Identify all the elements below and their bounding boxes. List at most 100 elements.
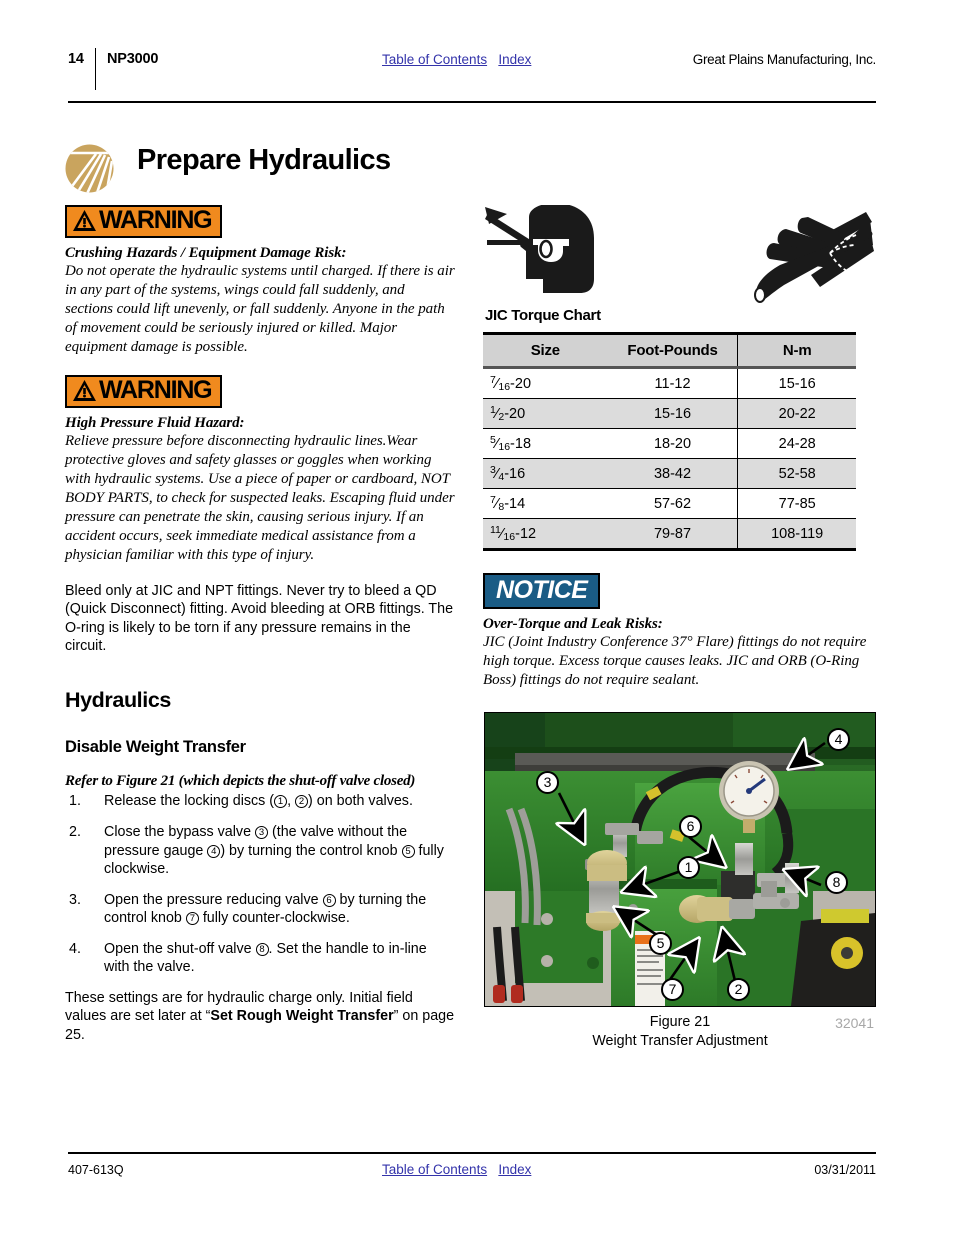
- notice-badge-label: NOTICE: [496, 576, 588, 604]
- notice-body: JIC (Joint Industry Conference 37° Flare…: [483, 634, 867, 688]
- cell-size: 7⁄8-14: [483, 488, 608, 519]
- callout-8: 8: [825, 871, 848, 894]
- safety-pictograms: [483, 205, 876, 305]
- footer-toc-link[interactable]: Table of Contents: [382, 1162, 487, 1177]
- table-row: 7⁄8-14 57-62 77-85: [483, 488, 856, 519]
- left-column: WARNING Crushing Hazards / Equipment Dam…: [65, 205, 455, 1044]
- header-index-link[interactable]: Index: [498, 52, 531, 67]
- figure-photo: 3 6 4 1 5 7 2 8: [484, 712, 876, 1007]
- table-row: 3⁄4-16 38-42 52-58: [483, 458, 856, 489]
- jic-torque-table: Size Foot-Pounds N-m 7⁄16-20 11-12 15-16 1⁄…: [483, 332, 856, 551]
- step-number: 4.: [69, 940, 81, 957]
- bleed-notes: Bleed only at JIC and NPT fittings. Neve…: [65, 582, 454, 654]
- notice-title: Over-Torque and Leak Risks:: [483, 616, 663, 632]
- cell-foot-pounds: 79-87: [607, 518, 739, 551]
- step-number: 3.: [69, 891, 81, 908]
- cell-nm: 108-119: [737, 518, 856, 551]
- cell-size: 1⁄2-20: [483, 398, 608, 429]
- procedure-step: 4. Open the shut-off valve 8. Set the han…: [65, 940, 455, 977]
- page-title: Prepare Hydraulics: [137, 144, 391, 176]
- cell-foot-pounds: 57-62: [607, 488, 739, 519]
- table-row: 7⁄16-20 11-12 15-16: [483, 367, 856, 399]
- figure-number: Figure 21: [649, 1014, 711, 1030]
- heading-hydraulics: Hydraulics: [65, 688, 171, 713]
- cell-size: 7⁄16-20: [483, 367, 608, 399]
- refer-to-figure-line: Refer to Figure 21 (which depicts the sh…: [65, 773, 416, 790]
- footer-index-link[interactable]: Index: [498, 1162, 531, 1177]
- hazard-body: Relieve pressure before disconnecting hy…: [65, 432, 455, 563]
- warning-block-fluid: WARNING High Pressure Fluid Hazard: Reli…: [65, 374, 455, 565]
- right-column: JIC Torque Chart Size Foot-Pounds N-m 7⁄…: [483, 205, 876, 690]
- callout-1: 1: [677, 856, 700, 879]
- callout-2: 2: [727, 978, 750, 1001]
- cell-size: 11⁄16-12: [483, 518, 608, 551]
- closing-note: These settings are for hydraulic charge …: [65, 990, 455, 1043]
- step-number: 2.: [69, 823, 81, 840]
- warning-badge: WARNING: [65, 205, 223, 238]
- torque-chart-title: JIC Torque Chart: [485, 307, 601, 324]
- figure-21: 3 6 4 1 5 7 2 8 Figure 21 Weight Transfe…: [484, 712, 876, 1052]
- figure-title: Weight Transfer Adjustment: [592, 1033, 768, 1050]
- model-name: NP3000: [107, 51, 159, 67]
- cell-size: 5⁄16-18: [483, 428, 608, 459]
- cell-foot-pounds: 38-42: [607, 458, 739, 489]
- company-name: Great Plains Manufacturing, Inc.: [692, 52, 877, 67]
- callout-5: 5: [649, 932, 672, 955]
- cell-nm: 20-22: [737, 398, 856, 429]
- figure-caption: Figure 21 Weight Transfer Adjustment 320…: [484, 1013, 876, 1052]
- callout-4: 4: [827, 728, 850, 751]
- header-links: Table of Contents Index: [382, 52, 531, 67]
- warning-badge-label: WARNING: [99, 375, 213, 404]
- footer-links: Table of Contents Index: [382, 1162, 531, 1177]
- cell-nm: 77-85: [737, 488, 856, 519]
- cell-nm: 52-58: [737, 458, 856, 489]
- alert-triangle-icon: [73, 379, 96, 401]
- procedure-step: 2. Close the bypass valve 3 (the valve wi…: [65, 823, 455, 879]
- cell-foot-pounds: 11-12: [607, 367, 739, 399]
- hazard-title: Crushing Hazards / Equipment Damage Risk…: [65, 245, 347, 261]
- step-text: Close the bypass valve 3 (the valve with…: [104, 823, 444, 878]
- header-rule: [68, 101, 876, 103]
- step-text: Open the shut-off valve 8. Set the handl…: [104, 940, 427, 976]
- callout-6: 6: [679, 815, 702, 838]
- cell-nm: 15-16: [737, 367, 856, 399]
- header-toc-link[interactable]: Table of Contents: [382, 52, 487, 67]
- footer-rule: [68, 1152, 876, 1154]
- table-header-row: Size Foot-Pounds N-m: [483, 332, 856, 369]
- revision-date: 03/31/2011: [814, 1163, 876, 1177]
- hazard-body: Do not operate the hydraulic systems unt…: [65, 263, 455, 355]
- step-text: Open the pressure reducing valve 6 by tu…: [104, 891, 427, 927]
- notice-block: NOTICE Over-Torque and Leak Risks: JIC (…: [483, 573, 876, 690]
- step-text: Release the locking discs (1, 2) on both…: [104, 793, 413, 810]
- hazard-title: High Pressure Fluid Hazard:: [65, 414, 245, 431]
- column-header-nm: N-m: [737, 332, 856, 369]
- cell-foot-pounds: 15-16: [607, 398, 739, 429]
- column-header-size: Size: [483, 332, 608, 369]
- warning-block-crushing: WARNING Crushing Hazards / Equipment Dam…: [65, 205, 455, 357]
- table-row: 1⁄2-20 15-16 20-22: [483, 398, 856, 429]
- header-divider: [95, 48, 96, 90]
- page-number: 14: [68, 51, 84, 67]
- notice-badge: NOTICE: [483, 573, 601, 609]
- table-row: 5⁄16-18 18-20 24-28: [483, 428, 856, 459]
- callout-7: 7: [661, 978, 684, 1001]
- procedure-step: 3. Open the pressure reducing valve 6 by …: [65, 891, 455, 928]
- document-number: 407-613Q: [68, 1163, 124, 1177]
- column-header-foot-pounds: Foot-Pounds: [607, 332, 739, 369]
- cell-foot-pounds: 18-20: [607, 428, 739, 459]
- cell-nm: 24-28: [737, 428, 856, 459]
- figure-image-id: 32041: [835, 1015, 874, 1031]
- cell-size: 3⁄4-16: [483, 458, 608, 489]
- great-plains-logo-icon: [65, 144, 114, 193]
- warning-badge: WARNING: [65, 374, 223, 408]
- procedure-steps: 1. Release the locking discs (1, 2) on bo…: [65, 792, 455, 977]
- procedure-step: 1. Release the locking discs (1, 2) on bo…: [65, 792, 455, 811]
- page-header: 14 NP3000 Table of Contents Index Great …: [68, 48, 876, 93]
- heading-disable-weight-transfer: Disable Weight Transfer: [65, 738, 246, 757]
- warning-badge-label: WARNING: [99, 206, 213, 234]
- alert-triangle-icon: [73, 210, 96, 231]
- table-row: 11⁄16-12 79-87 108-119: [483, 518, 856, 551]
- fluid-injection-hazard-icon: [754, 212, 874, 303]
- step-number: 1.: [69, 793, 81, 810]
- callout-3: 3: [536, 771, 559, 794]
